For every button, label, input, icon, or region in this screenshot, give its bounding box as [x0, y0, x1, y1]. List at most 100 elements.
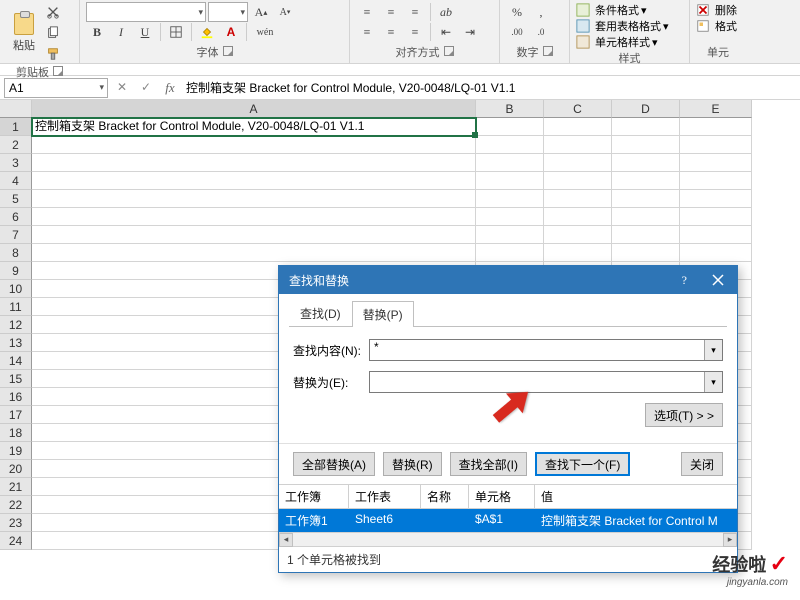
- row-header[interactable]: 13: [0, 334, 32, 352]
- number-launcher[interactable]: [543, 46, 553, 56]
- tab-find[interactable]: 查找(D): [289, 300, 352, 326]
- row-header[interactable]: 17: [0, 406, 32, 424]
- cell[interactable]: [32, 226, 476, 244]
- dialog-help-button[interactable]: ?: [682, 273, 687, 288]
- align-left-button[interactable]: ≡: [356, 22, 378, 42]
- cell[interactable]: [32, 208, 476, 226]
- select-all-corner[interactable]: [0, 100, 32, 118]
- cell[interactable]: [680, 190, 752, 208]
- align-launcher[interactable]: [444, 46, 454, 56]
- row-header[interactable]: 5: [0, 190, 32, 208]
- result-row[interactable]: 工作簿1 Sheet6 $A$1 控制箱支架 Bracket for Contr…: [279, 509, 737, 532]
- row-header[interactable]: 24: [0, 532, 32, 550]
- cell[interactable]: [32, 190, 476, 208]
- col-value[interactable]: 值: [535, 485, 737, 508]
- align-right-button[interactable]: ≡: [404, 22, 426, 42]
- cell[interactable]: [32, 244, 476, 262]
- grow-font-button[interactable]: A▴: [250, 2, 272, 22]
- font-name-combo[interactable]: ▾: [86, 2, 206, 22]
- row-header[interactable]: 4: [0, 172, 32, 190]
- increase-decimal-button[interactable]: .00: [506, 22, 528, 42]
- cell[interactable]: [544, 136, 612, 154]
- cell[interactable]: [544, 244, 612, 262]
- row-header[interactable]: 12: [0, 316, 32, 334]
- row-header[interactable]: 14: [0, 352, 32, 370]
- table-format-button[interactable]: 套用表格格式 ▾: [576, 18, 683, 34]
- font-launcher[interactable]: [223, 46, 233, 56]
- col-sheet[interactable]: 工作表: [349, 485, 421, 508]
- find-what-input[interactable]: *▾: [369, 339, 723, 361]
- percent-button[interactable]: %: [506, 2, 528, 22]
- format-painter-button[interactable]: [42, 44, 64, 64]
- fill-color-button[interactable]: [196, 22, 218, 42]
- col-cell[interactable]: 单元格: [469, 485, 535, 508]
- find-next-button[interactable]: 查找下一个(F): [535, 452, 630, 476]
- cell[interactable]: [680, 154, 752, 172]
- conditional-format-button[interactable]: 条件格式 ▾: [576, 2, 683, 18]
- copy-button[interactable]: [42, 23, 64, 43]
- cell[interactable]: [612, 244, 680, 262]
- format-cells-button[interactable]: 格式: [696, 18, 740, 34]
- row-header[interactable]: 11: [0, 298, 32, 316]
- row-header[interactable]: 21: [0, 478, 32, 496]
- clipboard-launcher[interactable]: [53, 66, 63, 76]
- cell[interactable]: [612, 208, 680, 226]
- align-top-button[interactable]: ≡: [356, 2, 378, 22]
- column-header[interactable]: C: [544, 100, 612, 118]
- row-header[interactable]: 22: [0, 496, 32, 514]
- cell[interactable]: [544, 208, 612, 226]
- cell[interactable]: [32, 172, 476, 190]
- cell[interactable]: [612, 172, 680, 190]
- align-bottom-button[interactable]: ≡: [404, 2, 426, 22]
- row-header[interactable]: 15: [0, 370, 32, 388]
- decrease-decimal-button[interactable]: .0: [530, 22, 552, 42]
- indent-increase-button[interactable]: ⇥: [459, 22, 481, 42]
- column-header[interactable]: E: [680, 100, 752, 118]
- column-header[interactable]: D: [612, 100, 680, 118]
- replace-all-button[interactable]: 全部替换(A): [293, 452, 375, 476]
- cell[interactable]: [476, 226, 544, 244]
- align-center-button[interactable]: ≡: [380, 22, 402, 42]
- cell[interactable]: [612, 226, 680, 244]
- row-header[interactable]: 1: [0, 118, 32, 136]
- cell[interactable]: [32, 154, 476, 172]
- options-button[interactable]: 选项(T) > >: [645, 403, 723, 427]
- orientation-button[interactable]: ab: [435, 2, 457, 22]
- row-header[interactable]: 18: [0, 424, 32, 442]
- cancel-edit-button[interactable]: ✕: [110, 78, 134, 98]
- column-header[interactable]: A: [32, 100, 476, 118]
- cut-button[interactable]: [42, 2, 64, 22]
- phonetic-button[interactable]: wén: [251, 22, 279, 42]
- dialog-titlebar[interactable]: 查找和替换 ?: [279, 266, 737, 294]
- cell[interactable]: [680, 118, 752, 136]
- cell[interactable]: [680, 226, 752, 244]
- row-header[interactable]: 10: [0, 280, 32, 298]
- cell[interactable]: [612, 136, 680, 154]
- cell[interactable]: [680, 172, 752, 190]
- chevron-down-icon[interactable]: ▾: [704, 340, 722, 360]
- name-box[interactable]: A1▾: [4, 78, 108, 98]
- confirm-edit-button[interactable]: ✓: [134, 78, 158, 98]
- cell[interactable]: [612, 190, 680, 208]
- cell[interactable]: [680, 244, 752, 262]
- borders-button[interactable]: [165, 22, 187, 42]
- dialog-close-button[interactable]: [699, 266, 737, 294]
- replace-with-input[interactable]: ▾: [369, 371, 723, 393]
- formula-input[interactable]: [182, 78, 800, 98]
- cell[interactable]: [32, 136, 476, 154]
- paste-button[interactable]: 粘贴: [6, 13, 42, 53]
- fx-button[interactable]: fx: [158, 78, 182, 98]
- cell[interactable]: [476, 190, 544, 208]
- font-color-button[interactable]: A: [220, 22, 242, 42]
- shrink-font-button[interactable]: A▾: [274, 2, 296, 22]
- cell[interactable]: [544, 154, 612, 172]
- cell-style-button[interactable]: 单元格样式 ▾: [576, 34, 683, 50]
- find-all-button[interactable]: 查找全部(I): [450, 452, 527, 476]
- cell[interactable]: [612, 118, 680, 136]
- cell[interactable]: [544, 118, 612, 136]
- cell[interactable]: [680, 208, 752, 226]
- cell[interactable]: [680, 136, 752, 154]
- cell[interactable]: [544, 190, 612, 208]
- cell[interactable]: [544, 226, 612, 244]
- row-header[interactable]: 16: [0, 388, 32, 406]
